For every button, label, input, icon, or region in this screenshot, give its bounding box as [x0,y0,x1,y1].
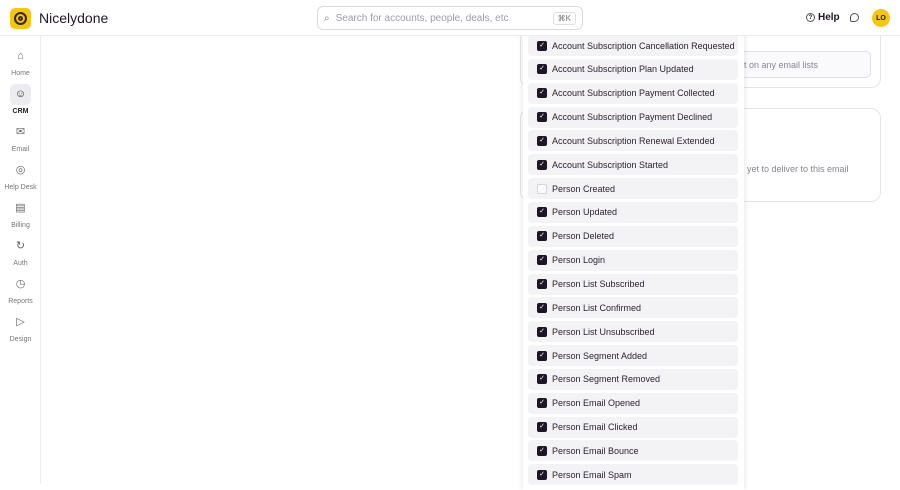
checkbox[interactable]: ✓ [537,302,547,313]
checkbox[interactable]: ✓ [537,231,547,242]
event-option[interactable]: ✓ Person Segment Removed [528,368,738,390]
event-label: Person Segment Removed [552,374,661,385]
event-label: Person Updated [552,207,618,218]
checkbox[interactable]: ✓ [537,159,547,170]
auth-icon: ↻ [15,240,26,252]
event-option[interactable]: ✓ Account Subscription Cancellation Reque… [528,35,738,56]
sidebar-item-label: Billing [11,222,30,229]
sidebar-item-email[interactable]: ✉ Email [0,122,41,153]
event-option[interactable]: ✓ Person Deleted [528,225,738,247]
avatar[interactable]: LO [872,9,890,27]
sidebar-item-reports[interactable]: ◷ Reports [0,274,41,305]
top-bar: Nicelydone ⌕ Search for accounts, people… [0,0,900,36]
help-icon: ? [806,13,815,22]
sidebar-item-auth[interactable]: ↻ Auth [0,236,41,267]
checkbox[interactable]: ✓ [537,469,547,480]
sidebar-item-label: Auth [13,260,28,267]
event-label: Account Subscription Cancellation Reques… [552,40,735,51]
search-placeholder: Search for accounts, people, deals, etc [335,12,509,24]
event-option[interactable]: ✓ Account Subscription Payment Declined [528,106,738,128]
checkbox[interactable]: ✓ [537,40,547,51]
help-label: Help [818,12,840,23]
event-label: Person List Subscribed [552,279,645,289]
sidebar-item-billing[interactable]: ▤ Billing [0,198,41,229]
checkbox[interactable]: ✓ [537,64,547,75]
event-filter-dropdown[interactable]: ✓ Account Subscription Cancellation Reque… [523,30,744,490]
checkbox[interactable]: ✓ [537,374,547,385]
checkbox[interactable]: ✓ [537,326,547,337]
event-label: Account Subscription Plan Updated [552,64,694,75]
checkbox[interactable]: ✓ [537,207,547,218]
event-label: Account Subscription Started [552,159,669,170]
event-label: Person Segment Added [552,350,648,361]
sidebar-item-help-desk[interactable]: ◎ Help Desk [0,160,41,191]
search-shortcut: ⌘K [552,11,576,25]
app-name: Nicelydone [39,10,109,26]
event-option[interactable]: ✓ Person List Unsubscribed [528,321,738,343]
event-option[interactable]: ✓ Person Updated [528,201,738,223]
event-label: Person Login [552,255,606,266]
sidebar-item-crm[interactable]: ☺ CRM [0,84,41,115]
checkbox[interactable]: ✓ [537,135,547,146]
event-label: Person List Unsubscribed [552,326,655,337]
crm-icon: ☺ [10,84,31,105]
checkbox[interactable]: ✓ [537,445,547,456]
sidebar-item-label: Email [11,146,30,153]
event-option[interactable]: ✓ Person Segment Added [528,345,738,367]
search-input[interactable]: ⌕ Search for accounts, people, deals, et… [317,6,583,30]
checkbox[interactable]: ✓ [537,255,547,266]
event-label: Person Email Spam [552,469,632,480]
checkbox[interactable]: ✓ [537,88,547,99]
event-option[interactable]: ✓ Account Subscription Renewal Extended [528,130,738,152]
helpdesk-icon: ◎ [15,164,26,176]
sidebar-item-label: Home [11,70,30,77]
chat-icon[interactable] [850,13,859,22]
event-option[interactable]: ✓ Account Subscription Payment Collected [528,82,738,104]
event-label: Person Email Clicked [552,422,638,433]
checkbox[interactable]: ✓ [537,350,547,361]
event-option[interactable]: ✓ Person Email Clicked [528,416,738,438]
event-option[interactable]: ✓ Account Subscription Plan Updated [528,58,738,80]
event-option[interactable]: ✓ Person List Confirmed [528,297,738,319]
event-option[interactable]: ✓ Person List Subscribed [528,273,738,295]
checkbox[interactable]: ✓ [537,279,547,289]
reports-icon: ◷ [15,278,26,290]
event-label: Person Email Opened [552,398,641,409]
checkbox[interactable]: ✓ [537,422,547,433]
event-option[interactable]: ✓ Account Subscription Started [528,154,738,176]
event-label: Person Email Bounce [552,445,639,456]
event-option[interactable]: ✓ Person Login [528,249,738,271]
event-label: Person Created [552,183,616,194]
checkbox[interactable]: ✓ [537,112,547,123]
search-icon: ⌕ [324,12,330,24]
sidebar-item-label: Reports [8,298,33,305]
sidebar-item-label: Help Desk [4,184,37,191]
sidebar-item-label: Design [9,336,32,343]
checkbox[interactable] [537,183,547,194]
event-option[interactable]: Person Created [528,178,738,200]
help-button[interactable]: ? Help [806,12,840,23]
event-option[interactable]: ✓ Person Email Bounce [528,440,738,462]
event-label: Person Deleted [552,231,615,242]
checkbox[interactable]: ✓ [537,398,547,409]
design-icon: ▷ [16,316,25,328]
logo-icon[interactable] [10,8,31,29]
event-label: Account Subscription Renewal Extended [552,135,715,146]
sidebar: ⌂ Home ☺ CRM ✉ Email ◎ Help Desk ▤ Billing ↻ Auth ◷ R… [0,36,41,484]
event-option[interactable]: ✓ Person Email Opened [528,392,738,414]
deliveries-empty: yet to deliver to this email [747,164,849,174]
email-icon: ✉ [15,126,26,138]
sidebar-item-label: CRM [12,108,29,115]
event-label: Account Subscription Payment Declined [552,112,713,123]
sidebar-item-home[interactable]: ⌂ Home [0,46,41,77]
home-icon: ⌂ [17,50,24,62]
event-label: Person List Confirmed [552,302,642,313]
event-label: Account Subscription Payment Collected [552,88,715,99]
event-option[interactable]: ✓ Person Email Spam [528,464,738,486]
sidebar-item-design[interactable]: ▷ Design [0,312,41,343]
billing-icon: ▤ [15,202,26,214]
